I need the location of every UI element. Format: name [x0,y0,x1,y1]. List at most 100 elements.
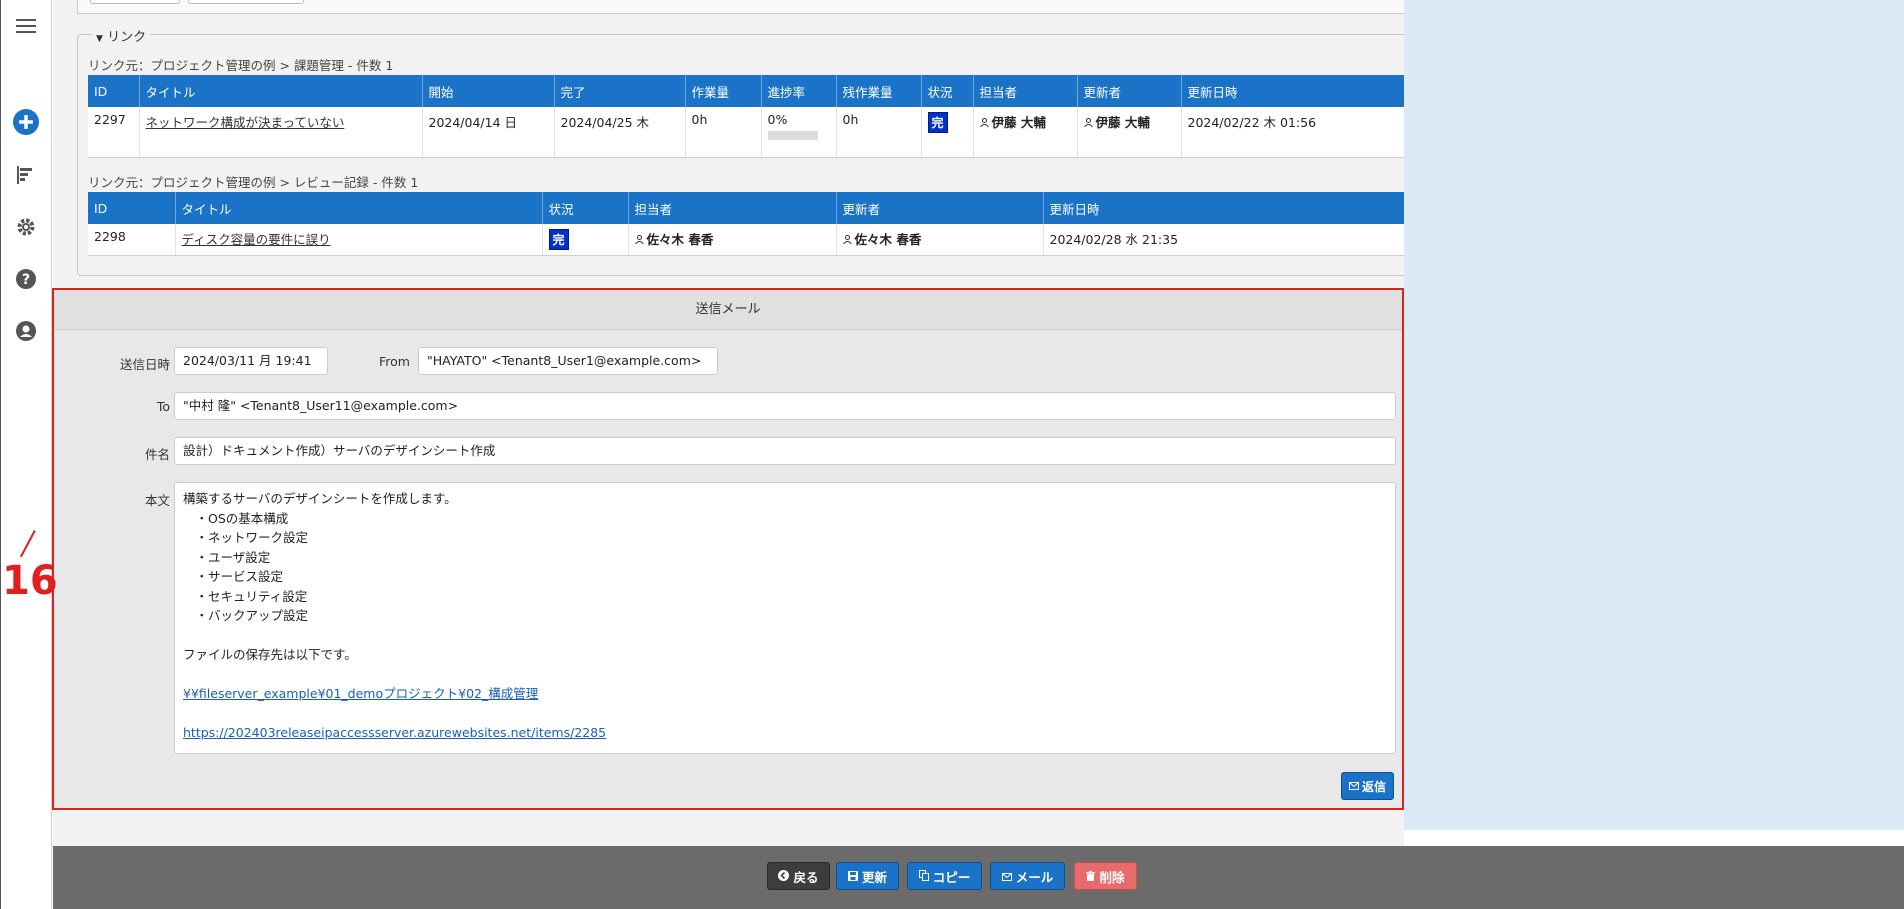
updater-name: 佐々木 春香 [854,232,922,247]
cell-title: ネットワーク構成が決まっていない [139,107,423,158]
add-circle-icon[interactable] [13,109,39,135]
from-label: From [379,354,410,369]
body-line [183,626,1387,646]
to-field[interactable]: "中村 隆" <Tenant8_User11@example.com> [174,392,1396,420]
col-header[interactable]: 開始 [422,75,555,107]
sent-mail-header: 送信メール [54,290,1402,330]
col-header[interactable]: 更新者 [1077,75,1182,107]
progress-text: 0% [767,112,788,127]
footer-bar: 戻る 更新 コピー メール 削除 [53,846,1904,909]
subject-field[interactable]: 設計）ドキュメント作成）サーバのデザインシート作成 [174,437,1396,465]
col-header[interactable]: 作業量 [685,75,762,107]
col-header[interactable]: 担当者 [973,75,1078,107]
col-header[interactable]: 担当者 [628,192,837,224]
cell-updated: 2024/02/28 水 21:35 [1043,224,1421,256]
body-line: 構築するサーバのデザインシートを作成します。 [183,491,457,506]
link-legend-label: リンク [107,30,147,45]
subject-label: 件名 [144,447,170,462]
col-header[interactable]: タイトル [175,192,543,224]
item-url-link[interactable]: https://202403releaseipaccessserver.azur… [183,725,606,740]
body-field[interactable]: 構築するサーバのデザインシートを作成します。 ・OSの基本構成 ・ネットワーク設… [174,482,1396,754]
col-header[interactable]: 更新日時 [1043,192,1421,224]
back-icon [778,869,790,884]
reply-button[interactable]: 返信 [1341,772,1394,800]
to-label: To [156,399,170,414]
fileserver-link[interactable]: ¥¥fileserver_example¥01_demoプロジェクト¥02_構成… [183,686,538,701]
copy-icon [918,869,929,884]
sent-date-field[interactable]: 2024/03/11 月 19:41 [174,347,328,375]
cell-progress: 0% [761,107,837,158]
body-line: ・ユーザ設定 [183,549,271,565]
annotation-number: 16 [2,558,58,604]
copy-label: コピー [932,869,971,885]
from-field[interactable]: "HAYATO" <Tenant8_User1@example.com> [418,347,718,375]
help-icon[interactable]: ? [13,266,39,292]
left-sidebar: ? [0,0,52,909]
svg-text:?: ? [22,272,30,288]
owner-name: 伊藤 大輔 [991,115,1046,130]
cell-owner: 伊藤 大輔 [973,107,1078,158]
update-button[interactable]: 更新 [836,862,899,890]
progress-bar [767,131,818,140]
body-line [183,665,1387,685]
col-header[interactable]: 状況 [921,75,974,107]
table-row[interactable]: 2297 ネットワーク構成が決まっていない 2024/04/14 日 2024/… [88,107,1421,158]
body-line: ファイルの保存先は以下です。 [183,647,357,662]
table-header-row: ID タイトル 開始 完了 作業量 進捗率 残作業量 状況 担当者 更新者 更新… [88,75,1421,107]
review-title-link[interactable]: ディスク容量の要件に誤り [182,232,331,247]
account-icon[interactable] [13,318,39,344]
reply-label: 返信 [1361,779,1386,794]
col-header[interactable]: 更新日時 [1181,75,1421,107]
cell-status: 完 [542,224,629,256]
col-header[interactable]: ID [88,75,140,107]
body-line: ・セキュリティ設定 [183,588,308,604]
cell-start: 2024/04/14 日 [422,107,555,158]
trash-icon [1086,869,1096,884]
table-row[interactable]: 2298 ディスク容量の要件に誤り 完 佐々木 春香 佐々木 春香 2024/0… [88,224,1421,256]
gantt-icon[interactable] [13,162,39,188]
reviews-caption: リンク元：プロジェクト管理の例 > レビュー記録 - 件数 1 [88,175,419,190]
reviews-table: ID タイトル 状況 担当者 更新者 更新日時 2298 ディスク容量の要件に誤… [88,192,1421,256]
status-badge: 完 [548,229,569,250]
col-header[interactable]: ID [88,192,176,224]
cell-updated: 2024/02/22 木 01:56 [1181,107,1421,158]
cell-remaining: 0h [836,107,922,158]
stub-button[interactable] [90,0,180,4]
issues-table: ID タイトル 開始 完了 作業量 進捗率 残作業量 状況 担当者 更新者 更新… [88,75,1421,158]
status-badge: 完 [927,112,948,133]
body-line: ・ネットワーク設定 [183,530,309,545]
body-line: ・OSの基本構成 [183,510,289,526]
link-fieldset: ▼ リンク リンク元：プロジェクト管理の例 > 課題管理 - 件数 1 ID タ… [77,26,1431,276]
col-header[interactable]: 完了 [554,75,686,107]
stub-button[interactable] [188,0,304,4]
col-header[interactable]: 進捗率 [761,75,837,107]
cell-updater: 佐々木 春香 [836,224,1044,256]
cell-id: 2297 [88,107,140,158]
col-header[interactable]: 状況 [542,192,629,224]
hamburger-icon[interactable] [13,13,39,39]
updater-name: 伊藤 大輔 [1095,115,1150,130]
body-label: 本文 [144,493,170,508]
cell-id: 2298 [88,224,176,256]
copy-button[interactable]: コピー [907,862,982,890]
user-icon [634,232,644,245]
right-panel [1404,0,1904,830]
col-header[interactable]: 残作業量 [836,75,922,107]
delete-button[interactable]: 削除 [1074,862,1137,890]
cell-title: ディスク容量の要件に誤り [175,224,543,256]
link-legend[interactable]: ▼ リンク [92,26,151,45]
sent-date-label: 送信日時 [119,357,170,372]
issue-title-link[interactable]: ネットワーク構成が決まっていない [146,115,345,130]
user-icon [1083,115,1093,128]
back-label: 戻る [793,869,819,885]
cell-end: 2024/04/25 木 [554,107,686,158]
mail-icon [1001,869,1012,884]
col-header[interactable]: 更新者 [836,192,1044,224]
cell-updater: 伊藤 大輔 [1077,107,1182,158]
back-button[interactable]: 戻る [767,862,830,890]
update-label: 更新 [861,869,887,885]
gear-icon[interactable] [13,214,39,240]
body-line: https://202403releaseipaccessserver.azur… [183,723,1387,743]
mail-button[interactable]: メール [990,862,1065,890]
col-header[interactable]: タイトル [139,75,423,107]
